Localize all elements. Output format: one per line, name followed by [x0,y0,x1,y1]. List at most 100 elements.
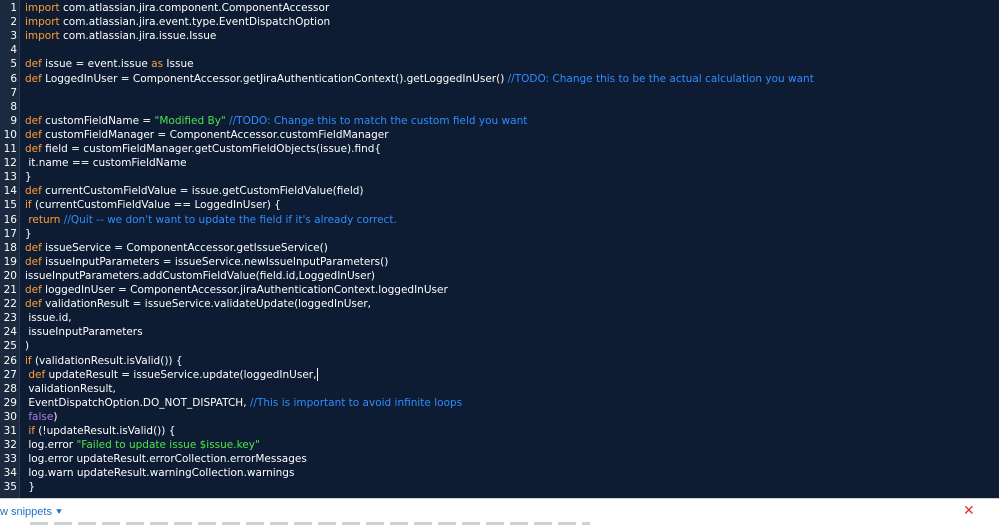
code-line[interactable]: 15 if (currentCustomFieldValue == LoggedI… [0,198,999,212]
code-token: def [25,128,42,141]
code-text: ) [25,339,29,353]
code-line[interactable]: 21 def loggedInUser = ComponentAccessor.j… [0,283,999,297]
line-number: 12 [3,157,17,170]
code-line[interactable]: 8 [0,100,999,114]
line-number: 29 [3,396,17,409]
code-token: } [25,227,32,240]
snippets-toggle[interactable]: w snippets ⯆ [0,506,63,518]
code-token: (currentCustomFieldValue == LoggedInUser… [31,199,281,212]
code-line[interactable]: 30 false) [0,410,999,424]
code-token: } [25,171,32,184]
code-token: //This is important to avoid infinite lo… [249,396,463,409]
code-line[interactable]: 23 issue.id, [0,311,999,325]
code-token: ) [25,340,30,353]
code-token: def [25,298,42,311]
code-token: def [25,284,42,296]
code-token: issueInputParameters [25,326,143,339]
code-text: if (validationResult.isValid()) { [25,354,183,368]
code-text: validationResult, [25,382,116,396]
code-line[interactable]: 11 def field = customFieldManager.getCust… [0,142,999,156]
code-token: validationResult = issueService.validate… [41,298,371,311]
code-line[interactable]: 2 import com.atlassian.jira.event.type.Ev… [0,15,999,29]
code-editor[interactable]: 1 import com.atlassian.jira.component.Com… [0,0,999,498]
line-number: 3 [10,30,17,43]
code-line[interactable]: 33 log.error updateResult.errorCollectio… [0,452,999,466]
code-line[interactable]: 35 } [0,480,999,494]
code-line[interactable]: 31 if (!updateResult.isValid()) { [0,424,999,438]
code-line[interactable]: 20 issueInputParameters.addCustomFieldVal… [0,269,999,283]
code-line[interactable]: 13} [0,170,999,184]
code-text: def validationResult = issueService.vali… [25,297,371,311]
code-line[interactable]: 27 def updateResult = issueService.updat… [0,368,999,382]
code-token: LoggedInUser = ComponentAccessor.getJira… [41,72,508,85]
snippets-label: w snippets [0,506,52,518]
code-line[interactable]: 29 EventDispatchOption.DO_NOT_DISPATCH, … [0,396,999,410]
line-number: 28 [3,382,17,395]
code-text: issueInputParameters [25,325,143,339]
code-line[interactable]: 24 issueInputParameters [0,325,999,339]
code-line[interactable]: 3 import com.atlassian.jira.issue.Issue [0,29,999,43]
code-line[interactable]: 22 def validationResult = issueService.va… [0,297,999,311]
code-token: log.error updateResult.errorCollection.e… [25,453,307,466]
code-line[interactable]: 17} [0,227,999,241]
line-number: 16 [3,213,17,226]
code-line[interactable]: 14 def currentCustomFieldValue = issue.ge… [0,184,999,198]
line-number: 22 [3,298,17,311]
code-text: log.warn updateResult.warningCollection.… [25,466,294,480]
code-text: def currentCustomFieldValue = issue.getC… [25,184,364,198]
code-line[interactable]: 32 log.error "Failed to update issue $is… [0,438,999,452]
code-token: as [151,58,164,71]
code-token: (!updateResult.isValid()) { [34,425,176,437]
code-line[interactable]: 28 validationResult, [0,382,999,396]
code-line[interactable]: 12 it.name == customFieldName [0,156,999,170]
code-line[interactable]: 19 def issueInputParameters = issueServic… [0,255,999,269]
line-number: 4 [10,44,17,57]
code-token: if [25,199,32,212]
line-number: 14 [3,185,17,198]
code-token: updateResult = issueService.update(logge… [45,368,317,381]
code-token: Issue [163,58,194,71]
code-line[interactable]: 34 log.warn updateResult.warningCollecti… [0,466,999,480]
code-line[interactable]: 16 return //Quit -- we don't want to upd… [0,213,999,227]
snippets-bar: w snippets ⯆ ✕ [0,498,999,528]
code-token: EventDispatchOption.DO_NOT_DISPATCH, [25,396,250,409]
code-line[interactable]: 26 if (validationResult.isValid()) { [0,354,999,368]
code-text: def customFieldName = "Modified By" //TO… [25,114,527,128]
code-line[interactable]: 1 import com.atlassian.jira.component.Com… [0,1,999,15]
code-line[interactable]: 9 def customFieldName = "Modified By" //T… [0,114,999,128]
code-token: it.name == customFieldName [25,157,187,170]
close-icon[interactable]: ✕ [963,504,977,518]
code-line[interactable]: 6 def LoggedInUser = ComponentAccessor.ge… [0,72,999,86]
line-number: 2 [10,16,17,29]
code-line[interactable]: 7 [0,86,999,100]
line-number: 34 [3,467,17,480]
code-line[interactable]: 10 def customFieldManager = ComponentAcce… [0,128,999,142]
code-token: import [25,30,60,43]
code-token: def [25,114,42,127]
code-token: //Quit -- we don't want to update the fi… [63,213,397,226]
code-line[interactable]: 5 def issue = event.issue as Issue [0,57,999,71]
code-line[interactable]: 18 def issueService = ComponentAccessor.g… [0,241,999,255]
line-number: 33 [3,453,17,466]
code-line[interactable]: 25) [0,339,999,353]
code-token: def [25,255,42,268]
code-token: //TODO: Change this to match the custom … [229,114,528,127]
code-token: validationResult, [25,382,116,395]
line-number: 26 [3,354,17,367]
code-text: if (currentCustomFieldValue == LoggedInU… [25,198,281,212]
line-number: 23 [3,312,17,325]
code-token: issue = event.issue [41,58,152,71]
code-text: return //Quit -- we don't want to update… [25,213,397,227]
code-token: //TODO: Change this to be the actual cal… [507,72,814,85]
code-text: issue.id, [25,311,72,325]
line-number: 8 [10,100,17,113]
line-number: 20 [3,269,17,282]
line-number: 25 [3,340,17,353]
code-token: log.warn updateResult.warningCollection.… [25,467,295,480]
code-token: issue.id, [25,312,72,325]
line-number: 32 [3,439,17,452]
double-chevron-down-icon: ⯆ [54,507,63,518]
code-line[interactable]: 4 [0,43,999,57]
code-token: loggedInUser = ComponentAccessor.jiraAut… [41,284,448,296]
line-number: 10 [3,128,17,141]
